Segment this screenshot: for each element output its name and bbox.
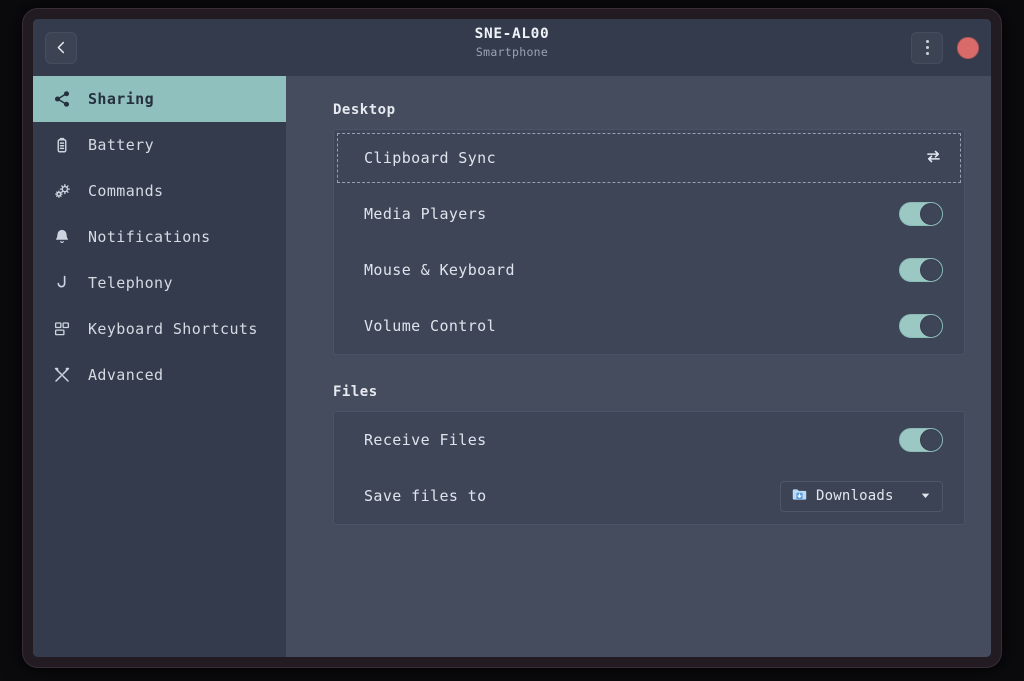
window-header: SNE-AL00 Smartphone (33, 19, 991, 76)
toggle-mouse-keyboard[interactable] (899, 258, 943, 282)
tools-icon (52, 365, 72, 385)
chevron-down-icon (919, 487, 932, 506)
row-label: Clipboard Sync (364, 149, 496, 167)
sidebar-item-label: Keyboard Shortcuts (88, 320, 258, 338)
row-control (899, 314, 943, 338)
cogs-icon (52, 181, 72, 201)
sidebar-item-advanced[interactable]: Advanced (33, 352, 286, 398)
row-label: Media Players (364, 205, 487, 223)
sidebar-item-notifications[interactable]: Notifications (33, 214, 286, 260)
title-block: SNE-AL00 Smartphone (33, 25, 991, 60)
sidebar-item-label: Battery (88, 136, 154, 154)
window-body: Sharing Battery (33, 76, 991, 657)
row-label: Receive Files (364, 431, 487, 449)
section-title-desktop: Desktop (333, 102, 965, 118)
desktop-background: SNE-AL00 Smartphone (0, 0, 1024, 681)
keyboard-layout-icon (52, 319, 72, 339)
row-control (899, 202, 943, 226)
sidebar-item-sharing[interactable]: Sharing (33, 76, 286, 122)
page-subtitle: Smartphone (33, 44, 991, 60)
row-label: Save files to (364, 487, 487, 505)
back-button[interactable] (45, 32, 77, 64)
row-clipboard-sync[interactable]: Clipboard Sync (334, 130, 964, 186)
toggle-knob (920, 203, 942, 225)
back-arrow-icon (54, 40, 69, 55)
desktop-settings-card: Clipboard Sync (333, 129, 965, 355)
bell-icon (52, 227, 72, 247)
sidebar-item-label: Advanced (88, 366, 163, 384)
dropdown-value: Downloads (816, 488, 894, 504)
sidebar-item-battery[interactable]: Battery (33, 122, 286, 168)
toggle-volume-control[interactable] (899, 314, 943, 338)
files-settings-card: Receive Files Save files to (333, 411, 965, 525)
row-control (899, 428, 943, 452)
battery-icon (52, 135, 72, 155)
toggle-knob (920, 259, 942, 281)
close-button[interactable] (957, 37, 979, 59)
sidebar-item-keyboard-shortcuts[interactable]: Keyboard Shortcuts (33, 306, 286, 352)
row-volume-control[interactable]: Volume Control (334, 298, 964, 354)
toggle-knob (920, 315, 942, 337)
row-mouse-keyboard[interactable]: Mouse & Keyboard (334, 242, 964, 298)
header-actions (911, 32, 979, 64)
row-control[interactable] (924, 147, 943, 170)
sidebar-item-label: Telephony (88, 274, 173, 292)
row-receive-files[interactable]: Receive Files (334, 412, 964, 468)
swap-arrows-icon[interactable] (924, 147, 943, 170)
save-location-dropdown[interactable]: Downloads (780, 481, 943, 512)
row-label: Mouse & Keyboard (364, 261, 515, 279)
share-icon (52, 89, 72, 109)
row-label: Volume Control (364, 317, 496, 335)
three-dots-vertical-icon (926, 40, 929, 55)
sidebar-item-commands[interactable]: Commands (33, 168, 286, 214)
window-frame: SNE-AL00 Smartphone (22, 8, 1002, 668)
sidebar-item-label: Commands (88, 182, 163, 200)
row-control (899, 258, 943, 282)
row-control: Downloads (780, 481, 943, 512)
phone-icon (52, 273, 72, 293)
toggle-knob (920, 429, 942, 451)
sidebar-item-telephony[interactable]: Telephony (33, 260, 286, 306)
page-title: SNE-AL00 (33, 25, 991, 44)
row-media-players[interactable]: Media Players (334, 186, 964, 242)
toggle-media-players[interactable] (899, 202, 943, 226)
sidebar-item-label: Notifications (88, 228, 211, 246)
sidebar: Sharing Battery (33, 76, 286, 657)
section-title-files: Files (333, 384, 965, 400)
menu-button[interactable] (911, 32, 943, 64)
application-window: SNE-AL00 Smartphone (33, 19, 991, 657)
downloads-folder-icon (791, 486, 808, 507)
sidebar-item-label: Sharing (88, 90, 154, 108)
settings-content: Desktop Clipboard Sync (286, 76, 991, 657)
toggle-receive-files[interactable] (899, 428, 943, 452)
row-save-files-to[interactable]: Save files to (334, 468, 964, 524)
